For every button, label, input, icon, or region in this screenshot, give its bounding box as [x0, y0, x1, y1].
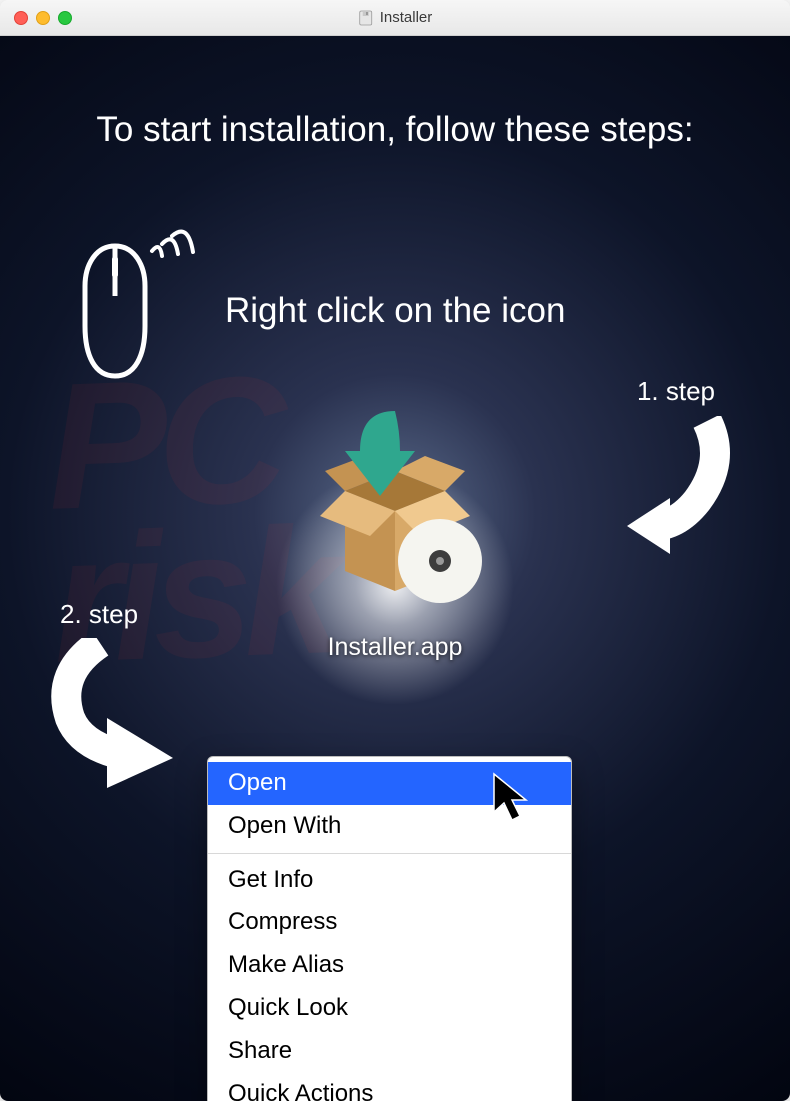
step-2-label: 2. step: [60, 599, 138, 630]
mouse-icon: [70, 226, 200, 391]
menu-separator: [208, 853, 571, 854]
context-menu: Open Open With Get Info Compress Make Al…: [207, 756, 572, 1101]
menu-item-compress[interactable]: Compress: [208, 901, 571, 944]
instruction-text: Right click on the icon: [225, 291, 565, 331]
installer-window: Installer PCrisk To start installation, …: [0, 0, 790, 1101]
window-title: Installer: [380, 9, 433, 26]
menu-item-quick-look[interactable]: Quick Look: [208, 987, 571, 1030]
installer-app-icon[interactable]: Installer.app: [295, 396, 495, 662]
menu-item-make-alias[interactable]: Make Alias: [208, 944, 571, 987]
traffic-lights: [0, 11, 72, 25]
close-button[interactable]: [14, 11, 28, 25]
titlebar: Installer: [0, 0, 790, 36]
menu-item-share[interactable]: Share: [208, 1030, 571, 1073]
content-area: PCrisk To start installation, follow the…: [0, 36, 790, 1101]
menu-item-quick-actions[interactable]: Quick Actions: [208, 1073, 571, 1101]
menu-item-open-with[interactable]: Open With: [208, 805, 571, 848]
disk-icon: [358, 10, 374, 26]
heading: To start installation, follow these step…: [0, 110, 790, 150]
installer-app-label: Installer.app: [295, 633, 495, 662]
menu-item-open[interactable]: Open: [208, 762, 571, 805]
step-1-label: 1. step: [637, 376, 715, 407]
step-1-arrow-icon: [622, 416, 732, 561]
step-2-arrow-icon: [45, 638, 180, 793]
menu-item-get-info[interactable]: Get Info: [208, 859, 571, 902]
window-title-wrap: Installer: [358, 9, 433, 26]
zoom-button[interactable]: [58, 11, 72, 25]
minimize-button[interactable]: [36, 11, 50, 25]
